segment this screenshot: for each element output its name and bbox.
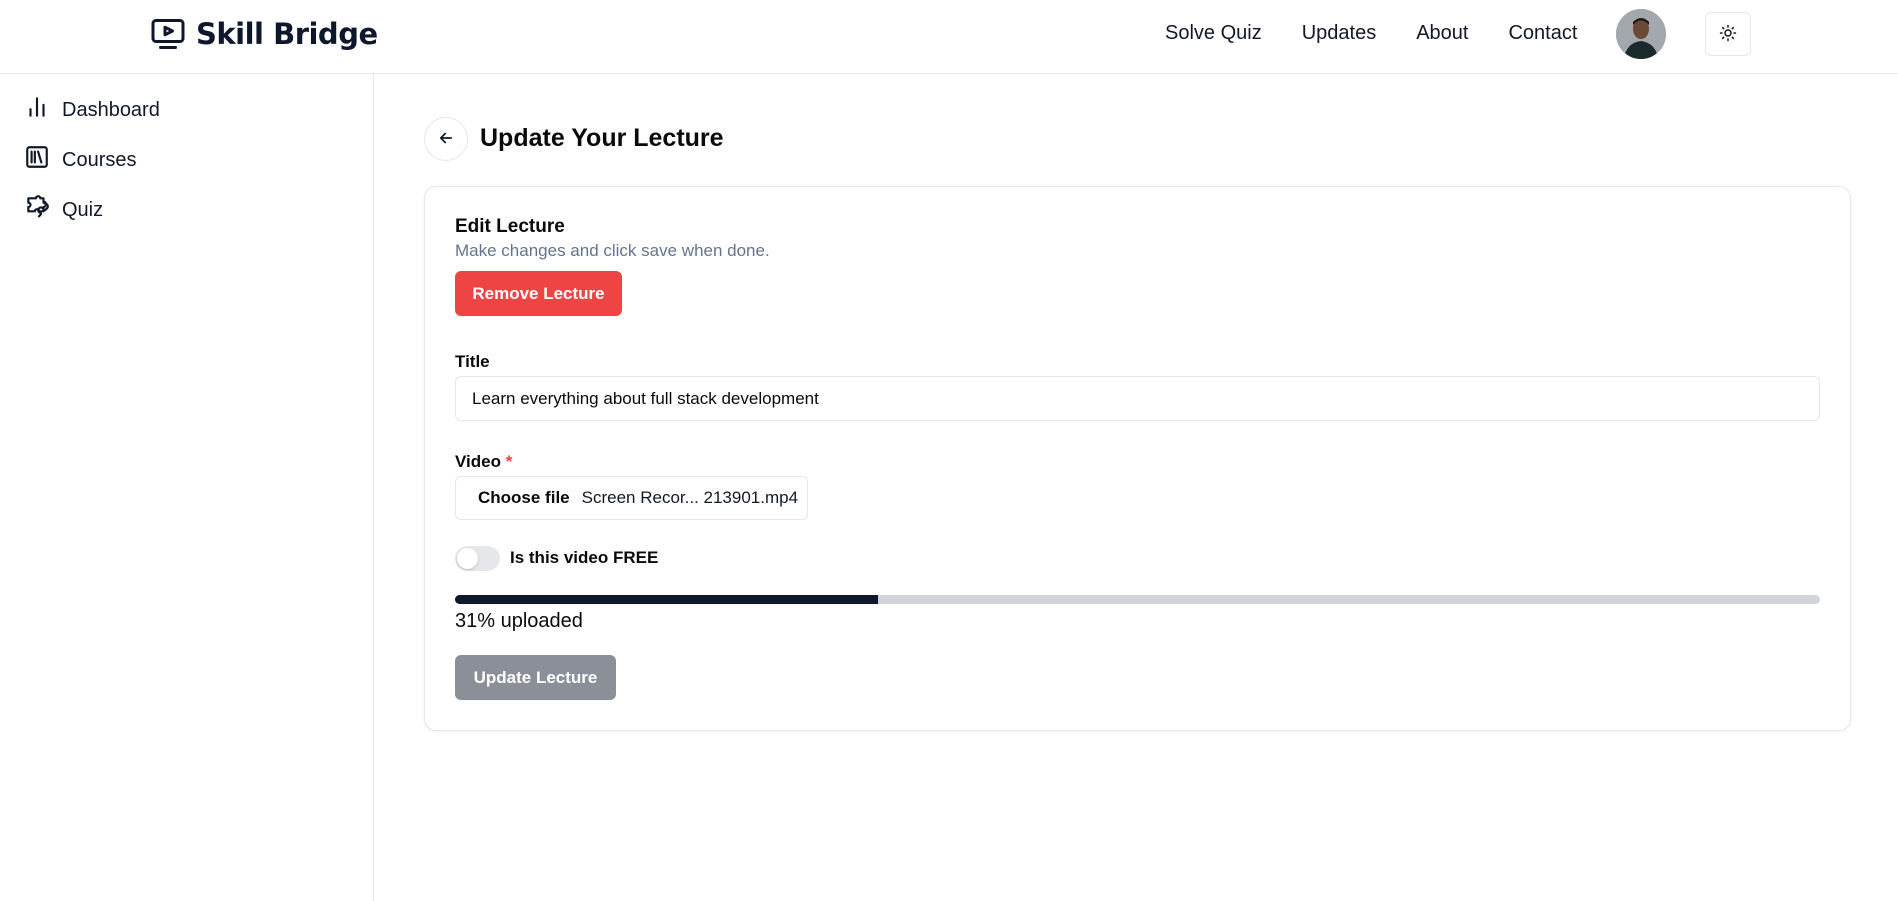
sidebar-item-label: Dashboard [62,98,160,121]
sidebar-item-label: Quiz [62,198,104,221]
title-label: Title [455,352,490,371]
theme-toggle-button[interactable] [1705,12,1751,56]
video-file-input[interactable]: Choose file Screen Recor... 213901.mp4 [455,476,808,520]
card-description: Make changes and click save when done. [455,241,770,260]
required-mark: * [505,452,513,471]
free-video-switch[interactable] [455,546,500,571]
avatar[interactable] [1616,9,1666,59]
main-nav: Solve Quiz Updates About Contact [1165,22,1577,45]
nav-contact[interactable]: Contact [1508,22,1577,45]
sidebar-item-label: Courses [62,148,137,171]
choose-file-button[interactable]: Choose file [478,488,570,508]
brand[interactable]: Skill Bridge [150,16,378,52]
upload-progress-text: 31% uploaded [455,610,583,632]
sidebar-item-quiz[interactable]: Quiz [24,194,103,226]
page-title: Update Your Lecture [480,124,724,152]
nav-about[interactable]: About [1416,22,1468,45]
edit-lecture-card [424,186,1851,731]
sun-icon [1719,24,1737,45]
play-screen-icon [150,16,186,52]
switch-knob [457,548,478,569]
brand-name: Skill Bridge [196,17,378,51]
card-title: Edit Lecture [455,216,565,237]
nav-solve-quiz[interactable]: Solve Quiz [1165,22,1262,45]
upload-progress-fill [455,595,879,604]
update-lecture-button[interactable]: Update Lecture [455,655,616,700]
arrow-left-icon [437,129,455,150]
puzzle-icon [24,194,50,226]
sidebar-item-dashboard[interactable]: Dashboard [24,94,160,126]
sidebar-item-courses[interactable]: Courses [24,144,136,176]
selected-file-name: Screen Recor... 213901.mp4 [581,488,799,507]
upload-progress-bar [455,595,1820,604]
video-label: Video [455,452,501,471]
sidebar: Dashboard Courses Quiz [0,74,374,901]
back-button[interactable] [424,117,468,161]
top-header: Skill Bridge Solve Quiz Updates About Co… [0,0,1898,74]
video-label-row: Video * [455,452,512,472]
remove-lecture-button[interactable]: Remove Lecture [455,271,622,316]
bar-chart-icon [24,94,50,126]
library-icon [24,144,50,176]
free-video-label: Is this video FREE [510,548,659,567]
nav-updates[interactable]: Updates [1302,22,1377,45]
title-input[interactable] [455,376,1820,421]
